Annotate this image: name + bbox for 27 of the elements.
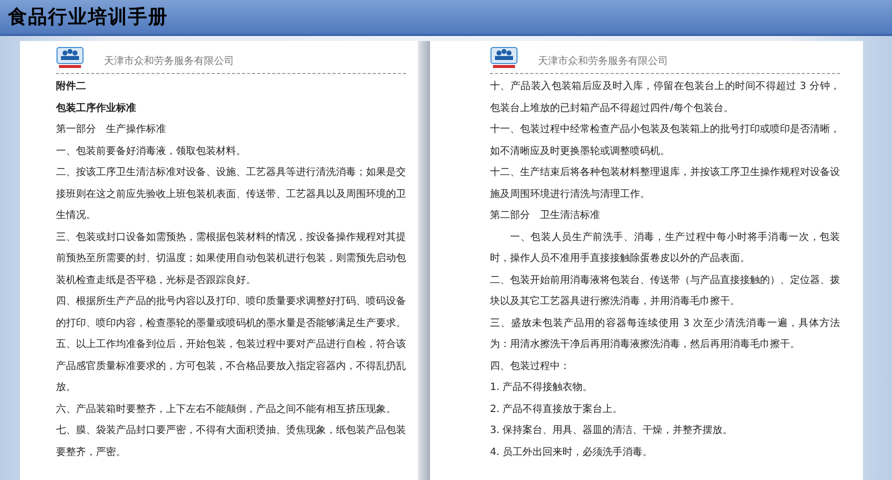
paragraph: 一、包装人员生产前洗手、消毒，生产过程中每小时将手消毒一次，包装时，操作人员不准用手直接接触除蛋卷皮以外的产品表面。 <box>490 230 840 266</box>
paragraph: 3. 保持案台、用具、器皿的清洁、干燥，并整齐摆放。 <box>490 424 734 438</box>
company-name: 天津市众和劳务服务有限公司 <box>104 54 234 69</box>
paragraph: 1. 产品不得接触衣物。 <box>490 380 594 395</box>
paragraph: 二、包装开始前用消毒液将包装台、传送带（与产品直接接触的）、定位器、拨块以及其它工艺器具进行擦洗消毒，并用消毒毛巾擦干。 <box>490 274 840 309</box>
paragraph: 2. 产品不得直接放于案台上。 <box>490 402 624 416</box>
paragraph: 二、按该工序卫生清洁标准对设备、设施、工艺器具等进行清洗消毒；如果是交接班则在这之前应先验收上班包装机表面、传送带、工艺器具以及周围环境的卫生情况。 <box>56 166 406 223</box>
paragraph: 三、盛放未包装产品用的容器每连续使用 3 次至少清洗消毒一遍，具体方法为：用清水擦洗干净后再用消毒液擦洗消毒，然后再用消毒毛巾擦干。 <box>490 316 840 352</box>
paragraph: 第一部分 生产操作标准 <box>56 122 167 137</box>
paragraph: 第二部分 卫生清洁标准 <box>490 208 601 223</box>
paragraph: 五、以上工作均准备到位后，开始包装，包装过程中要对产品进行自检，符合该产品感官质量标准要求的，方可包装，不合格品要放入指定容器内，不得乱扔乱放。 <box>56 338 406 395</box>
paragraph: 三、包装或封口设备如需预热，需根据包装材料的情况，按设备操作规程对其提前预热至所需要的封、切温度；如果使用自动包装机进行包装，则需预先启动包装机检查走纸是否平稳，光标是否跟踪良好。 <box>56 230 406 288</box>
paragraph: 十、产品装入包装箱后应及时入库，停留在包装台上的时间不得超过 3 分钟，包装台上堆放的已封箱产品不得超过四件/每个包装台。 <box>490 80 840 116</box>
company-name: 天津市众和劳务服务有限公司 <box>538 54 668 69</box>
paragraph: 4. 员工外出回来时，必须洗手消毒。 <box>490 446 654 460</box>
logo-icon <box>490 47 518 69</box>
document-title: 食品行业培训手册 <box>8 5 168 30</box>
paragraph: 六、产品装箱时要整齐，上下左右不能颠倒，产品之间不能有相互挤压现象。 <box>56 402 397 416</box>
section-heading: 包装工序作业标准 <box>56 101 137 116</box>
paragraph: 十二、生产结束后将各种包装材料整理退库，并按该工序卫生操作规程对设备设施及周围环境进行清洗与清理工作。 <box>490 166 840 202</box>
section-heading: 附件二 <box>56 80 87 94</box>
paragraph: 十一、包装过程中经常检查产品小包装及包装箱上的批号打印或喷印是否清晰，如不清晰应及时更换墨轮或调整喷码机。 <box>490 122 840 158</box>
paragraph: 四、根据所生产产品的批号内容以及打印、喷印质量要求调整好打码、喷码设备的打印、喷印内容，检查墨轮的墨量或喷码机的墨水量是否能够满足生产要求。 <box>56 294 406 330</box>
logo-icon <box>56 47 84 69</box>
paragraph: 一、包装前要备好消毒液，领取包装材料。 <box>56 144 247 158</box>
paragraph: 七、膜、袋装产品封口要严密，不得有大面积烫抽、烫焦现象，纸包装产品包装要整齐，严密。 <box>56 424 406 460</box>
paragraph: 四、包装过程中： <box>490 360 571 374</box>
